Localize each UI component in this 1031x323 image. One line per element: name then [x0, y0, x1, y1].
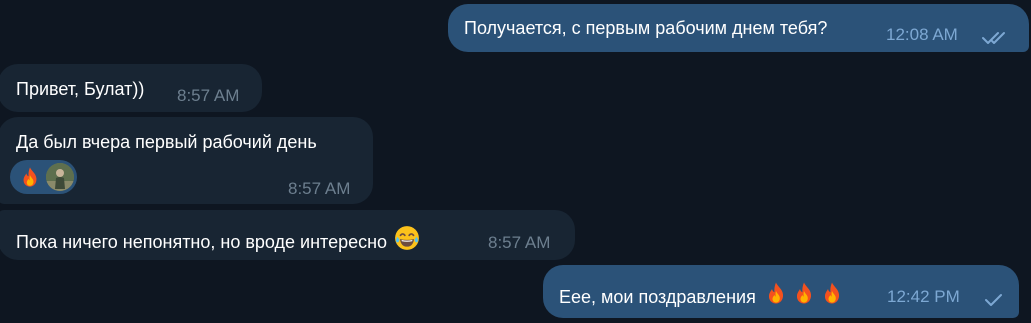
message-text: Еее, мои поздравления [559, 280, 844, 311]
fire-icon [19, 166, 41, 193]
message-bubble-outgoing[interactable]: Получается, с первым рабочим днем тебя? … [448, 4, 1029, 52]
message-text: Получается, с первым рабочим днем тебя? [464, 18, 828, 38]
message-text-content: Еее, мои поздравления [559, 287, 756, 307]
message-time: 12:42 PM [887, 287, 960, 306]
double-check-icon [982, 28, 1008, 50]
message-text-content: Пока ничего непонятно, но вроде интересн… [16, 232, 388, 252]
check-icon [985, 290, 1003, 312]
message-time: 8:57 AM [288, 179, 351, 198]
fire-icon [792, 280, 816, 311]
message-time: 8:57 AM [177, 86, 240, 105]
joy-laughing-icon [394, 225, 420, 256]
message-bubble-outgoing[interactable]: Еее, мои поздравления 12:42 PM [543, 265, 1019, 318]
fire-icon [764, 280, 788, 311]
avatar [46, 163, 74, 191]
message-text: Да был вчера первый рабочий день [16, 132, 317, 152]
message-bubble-incoming[interactable]: Пока ничего непонятно, но вроде интересн… [0, 210, 575, 260]
message-bubble-incoming[interactable]: Привет, Булат)) 8:57 AM [0, 64, 262, 112]
reaction-chip[interactable] [10, 160, 77, 194]
message-time: 8:57 AM [488, 233, 551, 252]
message-bubble-incoming[interactable]: Да был вчера первый рабочий день 8:57 AM [0, 117, 373, 204]
fire-icon [820, 280, 844, 311]
message-text: Привет, Булат)) [16, 79, 145, 99]
message-text: Пока ничего непонятно, но вроде интересн… [16, 225, 420, 256]
message-time: 12:08 AM [886, 25, 958, 44]
